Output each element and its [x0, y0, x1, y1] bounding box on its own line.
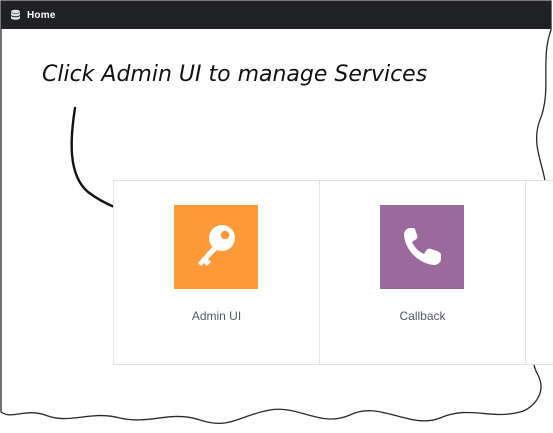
admin-ui-label: Admin UI: [191, 309, 242, 323]
admin-ui-tile[interactable]: Admin UI: [113, 180, 320, 365]
callback-tile[interactable]: Callback: [319, 180, 526, 365]
service-tiles: Admin UI Callback: [113, 180, 553, 365]
phone-icon: [380, 205, 464, 289]
database-icon: [9, 9, 21, 21]
partial-tile[interactable]: [525, 180, 553, 365]
screenshot-stage: Home Click Admin UI to manage Services A…: [0, 0, 553, 433]
key-icon: [174, 205, 258, 289]
annotation-text: Click Admin UI to manage Services: [42, 62, 428, 87]
home-link[interactable]: Home: [27, 10, 56, 21]
callback-label: Callback: [399, 309, 446, 323]
top-bar: Home: [1, 1, 551, 29]
